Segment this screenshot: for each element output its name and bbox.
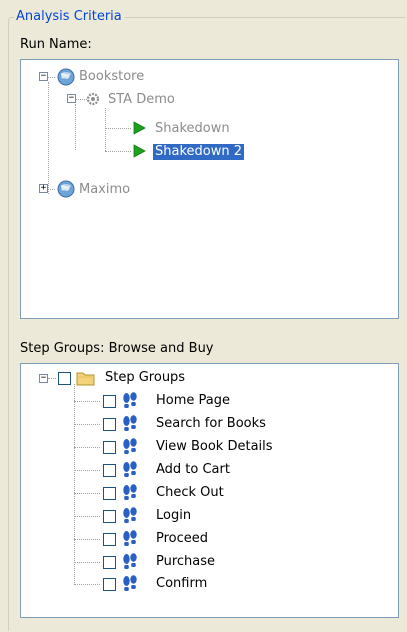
tree-connector: [48, 378, 56, 379]
tree-connector: [74, 562, 100, 563]
tree-connector: [74, 470, 100, 471]
collapse-sta-demo-toggle[interactable]: −: [67, 94, 76, 103]
step-item[interactable]: View Book Details: [156, 439, 273, 455]
step-checkbox[interactable]: [103, 510, 116, 523]
tree-connector: [74, 584, 100, 585]
tree-connector: [74, 401, 100, 402]
footprints-icon: [123, 415, 137, 431]
gear-icon: [86, 92, 100, 106]
tree-connector: [105, 108, 106, 151]
footprints-icon: [123, 392, 137, 408]
tree-connector: [75, 104, 76, 150]
step-checkbox[interactable]: [103, 418, 116, 431]
globe-icon: [57, 68, 75, 86]
folder-icon: [76, 372, 95, 386]
play-icon: [133, 121, 146, 135]
step-item[interactable]: Check Out: [156, 485, 224, 501]
footprints-icon: [123, 575, 137, 591]
step-groups-checkbox[interactable]: [58, 372, 71, 385]
step-checkbox[interactable]: [103, 441, 116, 454]
collapse-bookstore-toggle[interactable]: −: [39, 72, 48, 81]
tree-node-bookstore[interactable]: Bookstore: [79, 69, 144, 85]
step-groups-label: Step Groups: Browse and Buy: [20, 341, 214, 356]
step-item[interactable]: Login: [156, 508, 191, 524]
step-item[interactable]: Confirm: [156, 576, 207, 592]
step-checkbox[interactable]: [103, 464, 116, 477]
analysis-criteria-legend: Analysis Criteria: [14, 9, 124, 25]
step-checkbox[interactable]: [103, 533, 116, 546]
tree-connector: [74, 493, 100, 494]
tree-node-sta-demo[interactable]: STA Demo: [108, 92, 175, 108]
tree-connector: [74, 447, 100, 448]
run-name-label: Run Name:: [20, 37, 92, 52]
tree-node-shakedown-2[interactable]: Shakedown 2: [153, 144, 245, 160]
step-item[interactable]: Purchase: [156, 554, 215, 570]
step-checkbox[interactable]: [103, 395, 116, 408]
tree-connector: [105, 128, 131, 129]
step-item[interactable]: Search for Books: [156, 416, 266, 432]
tree-connector: [105, 151, 131, 152]
expand-maximo-toggle[interactable]: +: [39, 184, 48, 193]
footprints-icon: [123, 461, 137, 477]
tree-connector: [74, 424, 100, 425]
collapse-step-groups-toggle[interactable]: −: [39, 374, 48, 383]
step-item[interactable]: Proceed: [156, 531, 208, 547]
footprints-icon: [123, 507, 137, 523]
step-checkbox[interactable]: [103, 487, 116, 500]
tree-connector: [74, 539, 100, 540]
footprints-icon: [123, 553, 137, 569]
tree-node-maximo[interactable]: Maximo: [79, 182, 130, 198]
run-name-tree[interactable]: − Bookstore − STA Demo Shakedown Shakedo…: [20, 59, 399, 319]
globe-icon: [57, 180, 75, 198]
tree-node-shakedown[interactable]: Shakedown: [155, 121, 230, 137]
tree-node-step-groups[interactable]: Step Groups: [105, 370, 185, 386]
footprints-icon: [123, 484, 137, 500]
tree-connector: [48, 82, 49, 194]
footprints-icon: [123, 438, 137, 454]
step-item[interactable]: Home Page: [156, 393, 230, 409]
tree-connector: [74, 384, 75, 583]
play-icon: [133, 144, 146, 158]
footprints-icon: [123, 530, 137, 546]
step-checkbox[interactable]: [103, 578, 116, 591]
step-checkbox[interactable]: [103, 556, 116, 569]
step-item[interactable]: Add to Cart: [156, 462, 230, 478]
tree-connector: [74, 516, 100, 517]
step-groups-tree[interactable]: − Step Groups Home Page Search for Books…: [20, 363, 399, 618]
